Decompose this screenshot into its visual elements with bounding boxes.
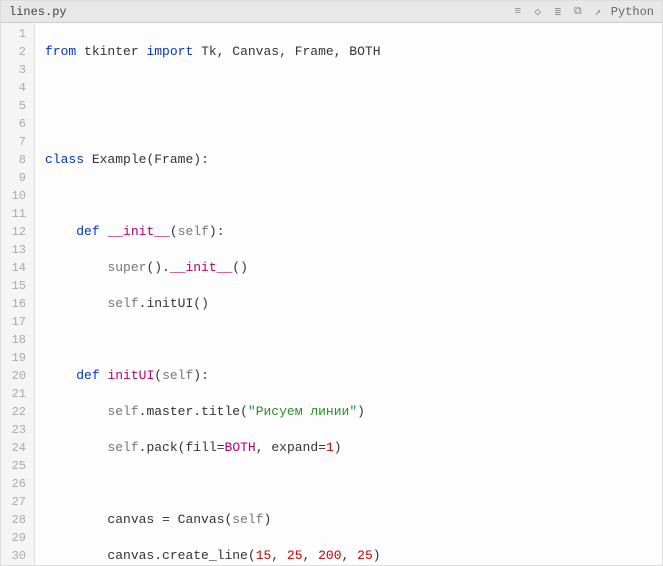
tab-bar: lines.py ≡ ◇ ≣ ⧉ ↗ Python [1,1,662,23]
code-editor: lines.py ≡ ◇ ≣ ⧉ ↗ Python 1 2 3 4 5 6 7 … [0,0,663,566]
line-number: 8 [1,151,26,169]
line-number: 16 [1,295,26,313]
line-number: 17 [1,313,26,331]
copy-icon[interactable]: ⧉ [571,5,585,19]
line-number: 30 [1,547,26,565]
line-number: 18 [1,331,26,349]
line-number: 19 [1,349,26,367]
list-icon[interactable]: ≡ [511,5,525,19]
line-number: 20 [1,367,26,385]
tab-filename[interactable]: lines.py [5,5,67,19]
line-number: 10 [1,187,26,205]
line-number: 15 [1,277,26,295]
line-number: 5 [1,97,26,115]
line-number: 1 [1,25,26,43]
line-number: 4 [1,79,26,97]
line-number: 6 [1,115,26,133]
toolbar: ≡ ◇ ≣ ⧉ ↗ Python [511,5,658,19]
code-icon[interactable]: ◇ [531,5,545,19]
line-number: 23 [1,421,26,439]
line-number: 2 [1,43,26,61]
language-label: Python [611,5,658,19]
line-number: 13 [1,241,26,259]
line-number: 24 [1,439,26,457]
line-number: 28 [1,511,26,529]
popout-icon[interactable]: ↗ [591,5,605,19]
line-number: 21 [1,385,26,403]
line-number: 29 [1,529,26,547]
line-number: 9 [1,169,26,187]
line-gutter: 1 2 3 4 5 6 7 8 9 10 11 12 13 14 15 16 1… [1,23,35,565]
code-content[interactable]: from tkinter import Tk, Canvas, Frame, B… [35,23,662,565]
code-area[interactable]: 1 2 3 4 5 6 7 8 9 10 11 12 13 14 15 16 1… [1,23,662,565]
line-number: 3 [1,61,26,79]
line-number: 25 [1,457,26,475]
line-number: 14 [1,259,26,277]
line-number: 11 [1,205,26,223]
line-number: 7 [1,133,26,151]
line-number: 27 [1,493,26,511]
lines-icon[interactable]: ≣ [551,5,565,19]
line-number: 12 [1,223,26,241]
line-number: 26 [1,475,26,493]
line-number: 22 [1,403,26,421]
